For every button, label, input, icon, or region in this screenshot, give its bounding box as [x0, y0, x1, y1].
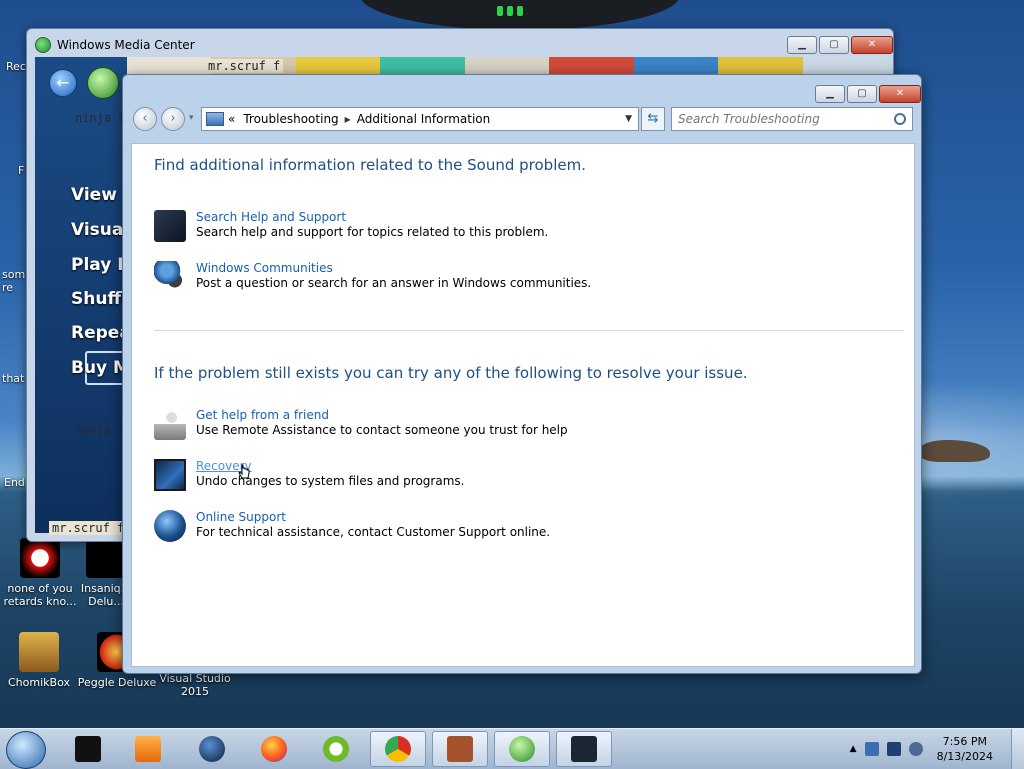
desktop-label-cut[interactable]: that: [2, 372, 24, 385]
breadcrumb-additional-information[interactable]: Additional Information: [357, 112, 491, 126]
section-divider: [154, 330, 904, 331]
task-link-online-support[interactable]: Online Support: [196, 510, 550, 525]
app-black-icon: [75, 736, 101, 762]
task-desc: Undo changes to system files and program…: [196, 474, 465, 488]
maximize-button[interactable]: ▢: [847, 85, 877, 103]
breadcrumb-separator-icon[interactable]: ▸: [345, 112, 351, 126]
media-center-logo-icon: [35, 37, 51, 53]
taskbar-app[interactable]: [556, 731, 612, 767]
address-bar[interactable]: « Troubleshooting ▸ Additional Informati…: [201, 107, 639, 131]
firewall-icon: [447, 736, 473, 762]
search-icon[interactable]: [894, 113, 906, 125]
globe-icon: [199, 736, 225, 762]
tray-app-icon[interactable]: [864, 742, 879, 756]
desktop-icon-label: Visual Studio 2015: [159, 672, 231, 698]
task-search-help[interactable]: Search Help and Support Search help and …: [154, 210, 548, 242]
album-art-label: mr.scruf f: [205, 59, 284, 73]
chomikbox-icon: [19, 632, 59, 672]
tray-expand-icon[interactable]: ▲: [850, 744, 857, 754]
show-desktop-button[interactable]: [1011, 729, 1024, 769]
recent-pages-dropdown-icon[interactable]: ▾: [189, 113, 194, 123]
remote-assistance-icon: [154, 408, 186, 440]
taskbar-app[interactable]: [370, 731, 426, 767]
network-icon[interactable]: [886, 742, 901, 756]
refresh-button[interactable]: ⇆: [641, 107, 665, 131]
taskbar-app[interactable]: [308, 731, 364, 767]
maximize-button[interactable]: ▢: [819, 36, 849, 54]
start-button[interactable]: [6, 731, 46, 769]
app-icon: [86, 538, 126, 578]
hand-cursor-icon: [238, 464, 250, 479]
taskbar-app[interactable]: [120, 731, 176, 767]
task-link-recovery[interactable]: Recovery: [196, 459, 464, 474]
task-recovery[interactable]: Recovery Undo changes to system files an…: [154, 459, 464, 491]
firefox-icon: [261, 736, 287, 762]
close-button[interactable]: ✕: [879, 85, 921, 103]
search-input[interactable]: [672, 111, 894, 127]
section-heading-info: Find additional information related to t…: [154, 156, 586, 174]
media-center-window-controls: ▁ ▢ ✕: [787, 36, 893, 54]
troubleshooting-icon: [571, 736, 597, 762]
taskbar-app[interactable]: [494, 731, 550, 767]
breadcrumb-troubleshooting[interactable]: Troubleshooting: [243, 112, 338, 126]
red-app-icon: [20, 538, 60, 578]
task-desc: Search help and support for topics relat…: [196, 225, 549, 239]
minimize-button[interactable]: ▁: [787, 36, 817, 54]
section-heading-resolve: If the problem still exists you can try …: [154, 364, 748, 382]
clock-date: 8/13/2024: [936, 750, 993, 763]
back-arrow-icon[interactable]: ←: [49, 69, 77, 97]
search-box[interactable]: [671, 107, 913, 131]
taskbar-app[interactable]: [184, 731, 240, 767]
task-windows-communities[interactable]: Windows Communities Post a question or s…: [154, 261, 591, 293]
taskbar-app[interactable]: [246, 731, 302, 767]
address-dropdown-icon[interactable]: ▼: [625, 114, 632, 124]
media-center-icon: [509, 736, 535, 762]
media-player-icon: [135, 736, 161, 762]
task-desc: Use Remote Assistance to contact someone…: [196, 423, 568, 437]
address-overflow[interactable]: «: [228, 112, 235, 126]
taskbar-app[interactable]: [432, 731, 488, 767]
task-desc: Post a question or search for an answer …: [196, 276, 592, 290]
communities-icon: [154, 261, 186, 293]
gadget-leds: [497, 6, 527, 16]
taskbar-app[interactable]: [60, 731, 116, 767]
app-green-icon: [323, 736, 349, 762]
desktop-icon-label: Peggle Deluxe: [77, 676, 157, 689]
desktop-icon[interactable]: none of you retards kno...: [0, 538, 86, 608]
taskbar: ▲ 7:56 PM 8/13/2024: [0, 728, 1024, 769]
desktop-icon[interactable]: Visual Studio 2015: [150, 672, 240, 698]
window-controls: ▁ ▢ ✕: [815, 85, 921, 103]
system-tray: ▲ 7:56 PM 8/13/2024: [850, 729, 1024, 769]
media-center-titlebar: Windows Media Center: [35, 35, 195, 55]
forward-button[interactable]: ›: [161, 107, 185, 131]
control-panel-icon: [206, 112, 224, 126]
desktop-label-cut[interactable]: End: [4, 476, 25, 489]
close-button[interactable]: ✕: [851, 36, 893, 54]
back-button[interactable]: ‹: [133, 107, 157, 131]
troubleshooting-window[interactable]: ▁ ▢ ✕ ‹ › ▾ « Troubleshooting ▸ Addition…: [122, 74, 922, 674]
help-support-icon: [154, 210, 186, 242]
desktop-icon-label: none of you retards kno...: [3, 582, 77, 608]
windows-orb-icon[interactable]: [87, 67, 119, 99]
task-link-get-help-friend[interactable]: Get help from a friend: [196, 408, 568, 423]
recovery-icon: [154, 459, 186, 491]
album-art-label: mr.scruf f: [49, 521, 128, 535]
chrome-icon: [385, 736, 411, 762]
media-center-title: Windows Media Center: [57, 38, 195, 52]
task-link-search-help[interactable]: Search Help and Support: [196, 210, 548, 225]
content-pane: Find additional information related to t…: [131, 143, 915, 667]
clock-time: 7:56 PM: [942, 735, 987, 748]
task-get-help-friend[interactable]: Get help from a friend Use Remote Assist…: [154, 408, 568, 440]
clock[interactable]: 7:56 PM 8/13/2024: [937, 734, 993, 764]
task-link-windows-communities[interactable]: Windows Communities: [196, 261, 591, 276]
desktop-label-cut[interactable]: F: [18, 164, 24, 177]
desktop-label-cut[interactable]: Rec: [6, 60, 26, 73]
minimize-button[interactable]: ▁: [815, 85, 845, 103]
online-support-icon: [154, 510, 186, 542]
volume-icon[interactable]: [908, 742, 923, 756]
desktop-label-cut[interactable]: som re: [2, 268, 26, 294]
task-desc: For technical assistance, contact Custom…: [196, 525, 551, 539]
task-online-support[interactable]: Online Support For technical assistance,…: [154, 510, 550, 542]
